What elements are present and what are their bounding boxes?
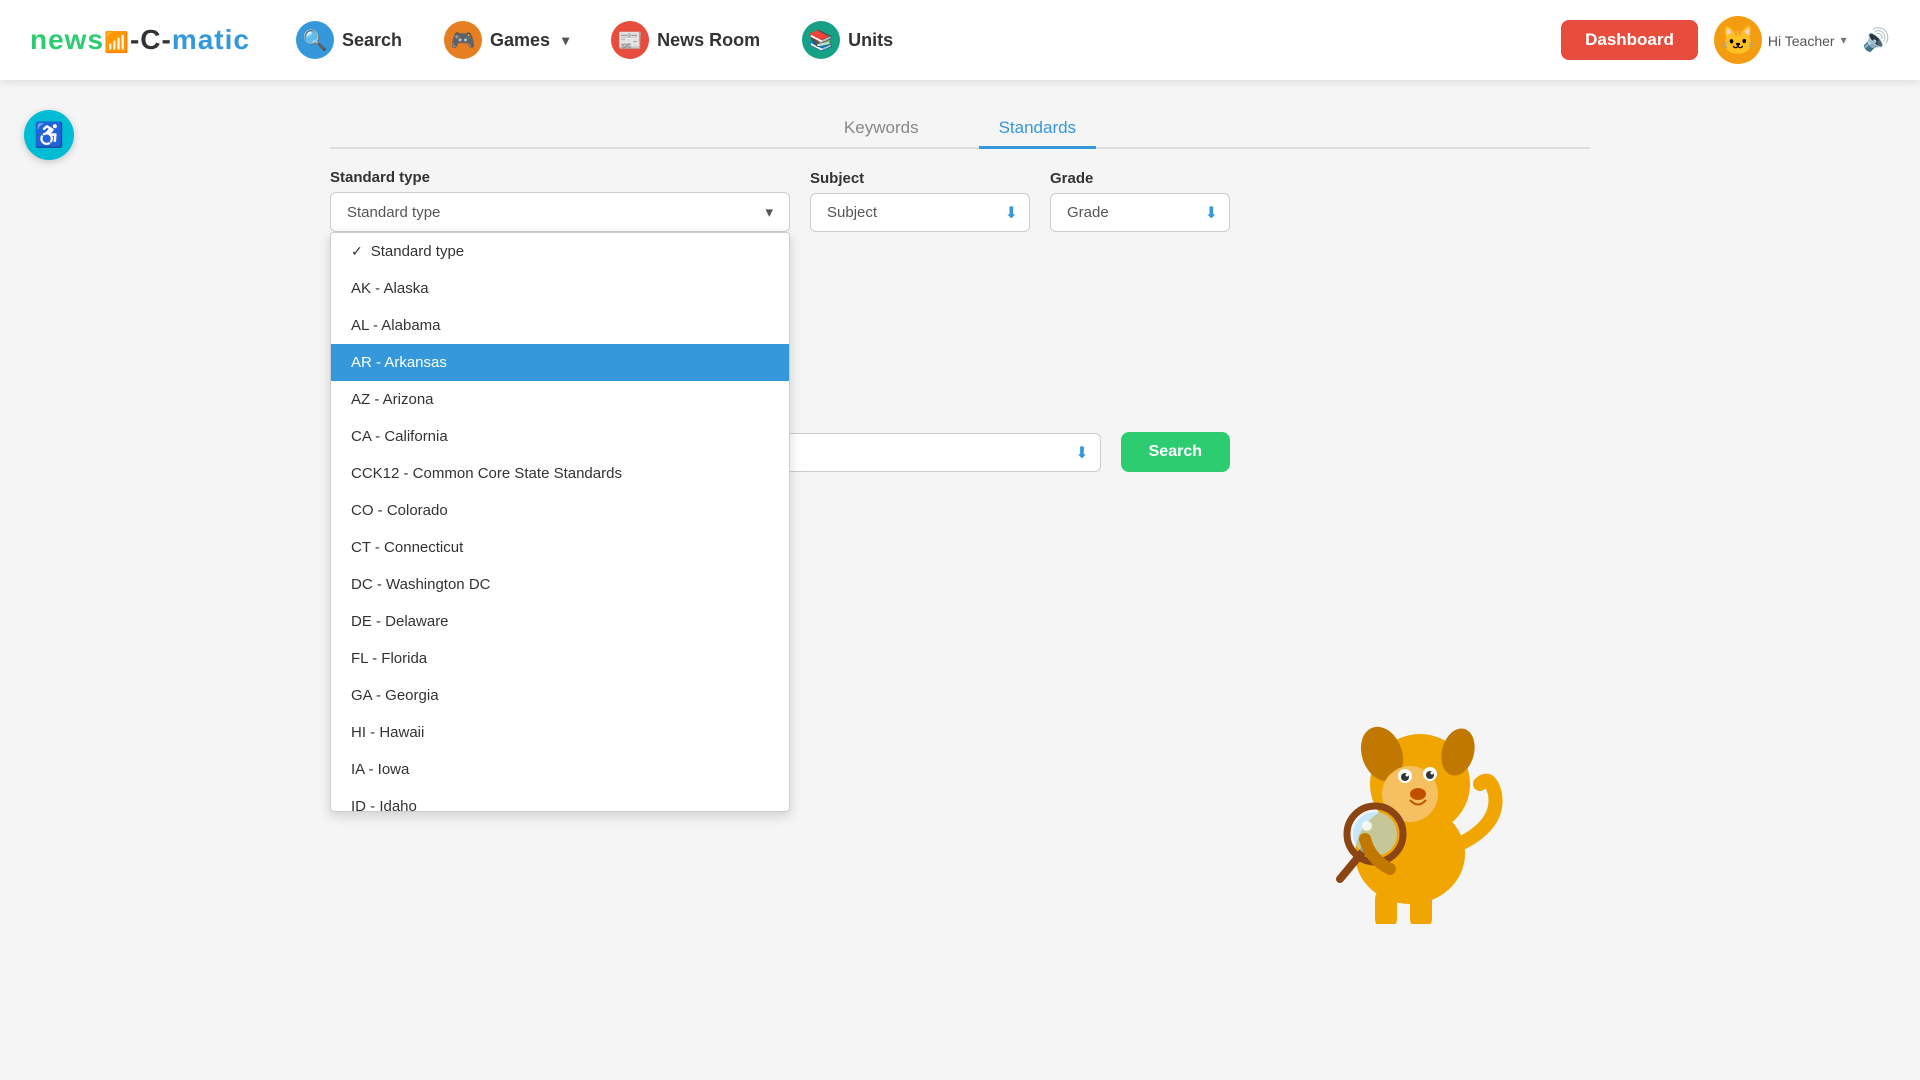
newsroom-nav-icon: 📰 (611, 21, 649, 59)
logo-c: -C- (130, 24, 172, 55)
header-right: Dashboard 🐱 Hi Teacher ▾ 🔊 (1561, 16, 1890, 64)
nav-search[interactable]: 🔍 Search (280, 13, 418, 67)
mascot-area (1310, 694, 1510, 929)
dropdown-item-hi[interactable]: HI - Hawaii (331, 714, 789, 751)
volume-icon[interactable]: 🔊 (1863, 27, 1890, 53)
dropdown-item-fl[interactable]: FL - Florida (331, 640, 789, 677)
dropdown-item-label: DC - Washington DC (351, 576, 490, 593)
dropdown-item-ia[interactable]: IA - Iowa (331, 751, 789, 788)
standard-type-menu[interactable]: Standard type AK - Alaska AL - Alabama A… (330, 232, 790, 812)
grade-select-wrapper[interactable]: Grade ⬇ (1050, 193, 1230, 232)
dropdown-item-ar[interactable]: AR - Arkansas (331, 344, 789, 381)
dropdown-item-id[interactable]: ID - Idaho (331, 788, 789, 812)
dropdown-item-label: CO - Colorado (351, 502, 448, 519)
dropdown-item-az[interactable]: AZ - Arizona (331, 381, 789, 418)
main-content: Keywords Standards Standard type Standar… (310, 80, 1610, 799)
grade-group: Grade Grade ⬇ (1050, 170, 1230, 232)
nav-newsroom-label: News Room (657, 30, 760, 51)
subject-select[interactable]: Subject (810, 193, 1030, 232)
dashboard-button[interactable]: Dashboard (1561, 20, 1698, 60)
nav-units[interactable]: 📚 Units (786, 13, 909, 67)
header: news📶-C-matic 🔍 Search 🎮 Games ▾ 📰 News … (0, 0, 1920, 80)
nav-games[interactable]: 🎮 Games ▾ (428, 13, 585, 67)
standard-type-trigger[interactable]: Standard type ▾ (330, 192, 790, 232)
user-name: Hi Teacher (1768, 33, 1835, 49)
logo-wifi-icon: 📶 (104, 32, 130, 54)
search-nav-icon: 🔍 (296, 21, 334, 59)
dropdown-item-dc[interactable]: DC - Washington DC (331, 566, 789, 603)
dropdown-item-label: CCK12 - Common Core State Standards (351, 465, 622, 482)
standard-type-group: Standard type Standard type ▾ Standard t… (330, 169, 790, 232)
dropdown-item-label: DE - Delaware (351, 613, 449, 630)
dropdown-item-label: ID - Idaho (351, 798, 417, 812)
standard-type-chevron-icon: ▾ (765, 203, 773, 221)
tabs: Keywords Standards (330, 110, 1590, 149)
tab-keywords[interactable]: Keywords (824, 110, 939, 149)
dropdown-item-ca[interactable]: CA - California (331, 418, 789, 455)
dropdown-item-ga[interactable]: GA - Georgia (331, 677, 789, 714)
user-chevron-icon[interactable]: ▾ (1841, 33, 1847, 47)
grade-select[interactable]: Grade (1050, 193, 1230, 232)
accessibility-button[interactable]: ♿ (24, 110, 74, 160)
dropdown-item-label: IA - Iowa (351, 761, 409, 778)
avatar[interactable]: 🐱 (1714, 16, 1762, 64)
dropdown-item-label: HI - Hawaii (351, 724, 424, 741)
dropdown-item-label: FL - Florida (351, 650, 427, 667)
logo-news: news (30, 24, 104, 55)
dropdown-item-label: CA - California (351, 428, 448, 445)
logo-matic: matic (172, 24, 250, 55)
subject-group: Subject Subject ⬇ (810, 170, 1030, 232)
user-info: Hi Teacher (1768, 31, 1835, 49)
nav-units-label: Units (848, 30, 893, 51)
units-nav-icon: 📚 (802, 21, 840, 59)
dropdown-item-ak[interactable]: AK - Alaska (331, 270, 789, 307)
filter-row-1: Standard type Standard type ▾ Standard t… (330, 169, 1590, 232)
dropdown-item-al[interactable]: AL - Alabama (331, 307, 789, 344)
nav-newsroom[interactable]: 📰 News Room (595, 13, 776, 67)
standard-type-dropdown-container[interactable]: Standard type ▾ Standard type AK - Alask… (330, 192, 790, 232)
standard-type-label: Standard type (330, 169, 790, 186)
subject-label: Subject (810, 170, 1030, 187)
dropdown-item-label: AL - Alabama (351, 317, 441, 334)
dropdown-item-ct[interactable]: CT - Connecticut (331, 529, 789, 566)
dropdown-item-label: GA - Georgia (351, 687, 439, 704)
nav-search-label: Search (342, 30, 402, 51)
dropdown-item-co[interactable]: CO - Colorado (331, 492, 789, 529)
dropdown-item-label: Standard type (371, 243, 464, 260)
logo[interactable]: news📶-C-matic (30, 24, 250, 56)
search-button[interactable]: Search (1121, 432, 1230, 472)
dropdown-item-label: AR - Arkansas (351, 354, 447, 371)
dropdown-item-cck12[interactable]: CCK12 - Common Core State Standards (331, 455, 789, 492)
dropdown-item-de[interactable]: DE - Delaware (331, 603, 789, 640)
dropdown-item-label: AZ - Arizona (351, 391, 434, 408)
grade-label: Grade (1050, 170, 1230, 187)
standard-type-value: Standard type (347, 204, 440, 221)
dropdown-item-label: CT - Connecticut (351, 539, 463, 556)
games-chevron-icon: ▾ (562, 32, 569, 49)
dropdown-item-standard-type[interactable]: Standard type (331, 233, 789, 270)
tab-standards[interactable]: Standards (979, 110, 1097, 149)
games-nav-icon: 🎮 (444, 21, 482, 59)
content-area: Standard type Standard type ▾ Standard t… (330, 169, 1590, 769)
nav-games-label: Games (490, 30, 550, 51)
main-nav: 🔍 Search 🎮 Games ▾ 📰 News Room 📚 Units (280, 13, 1561, 67)
dog-mascot (1310, 694, 1510, 924)
dropdown-item-label: AK - Alaska (351, 280, 429, 297)
subject-select-wrapper[interactable]: Subject ⬇ (810, 193, 1030, 232)
